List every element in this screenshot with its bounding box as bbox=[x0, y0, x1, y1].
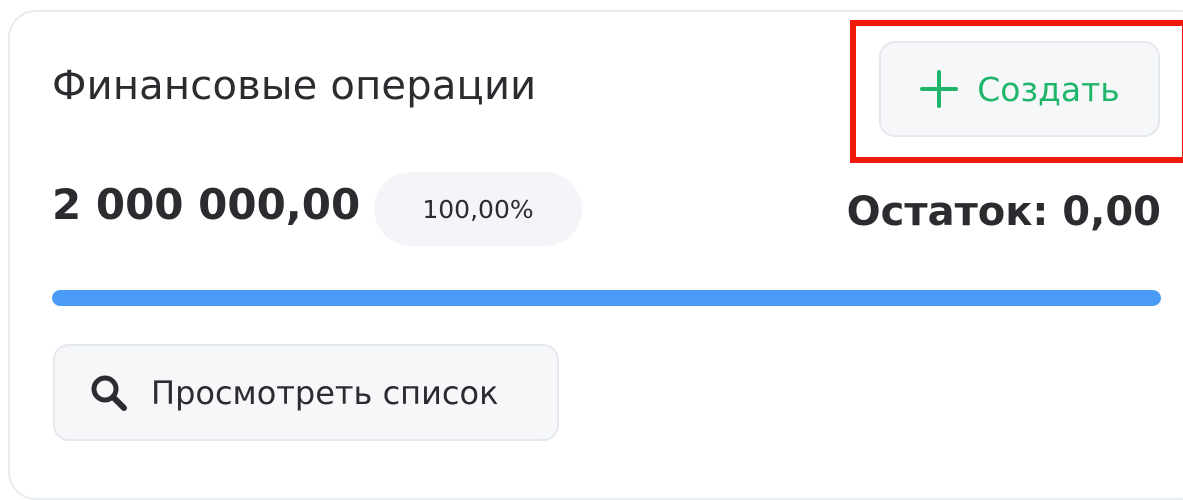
create-button-label: Создать bbox=[977, 69, 1120, 109]
view-list-button-label: Просмотреть список bbox=[151, 373, 499, 412]
create-button[interactable]: Создать bbox=[879, 41, 1160, 137]
view-list-button[interactable]: Просмотреть список bbox=[53, 344, 559, 441]
search-icon bbox=[87, 371, 131, 415]
percent-badge: 100,00% bbox=[374, 172, 582, 246]
progress-bar bbox=[52, 290, 1161, 306]
total-amount: 2 000 000,00 bbox=[52, 180, 361, 229]
remainder-value: Остаток: 0,00 bbox=[846, 189, 1161, 235]
card-title: Финансовые операции bbox=[52, 63, 537, 109]
plus-icon bbox=[919, 69, 959, 109]
progress-bar-fill bbox=[52, 290, 1161, 306]
